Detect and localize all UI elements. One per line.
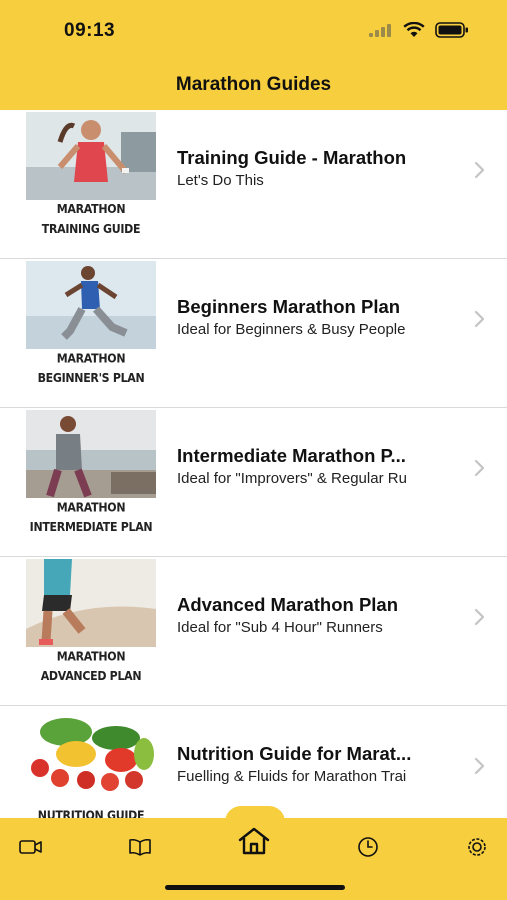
- caption-line: MARATHON: [56, 350, 126, 366]
- list-item[interactable]: MARATHON BEGINNER'S PLAN Beginners Marat…: [0, 259, 507, 408]
- item-title: Intermediate Marathon P...: [177, 445, 406, 466]
- item-title: Training Guide - Marathon: [177, 147, 407, 168]
- chevron-right-icon: [474, 161, 485, 179]
- thumbnail-caption: NUTRITION GUIDE: [26, 806, 156, 818]
- list-item[interactable]: MARATHON INTERMEDIATE PLAN Intermediate …: [0, 408, 507, 557]
- caption-line: TRAINING GUIDE: [41, 221, 141, 237]
- page-title: Marathon Guides: [175, 74, 332, 95]
- item-title: Beginners Marathon Plan: [177, 296, 401, 317]
- caption-line: MARATHON: [56, 648, 126, 664]
- battery-icon: [435, 22, 468, 38]
- caption-line: BEGINNER'S PLAN: [37, 370, 145, 386]
- item-subtitle: Let's Do This: [177, 172, 264, 189]
- home-icon: [238, 827, 270, 855]
- chevron-right-icon: [474, 608, 485, 626]
- caption-line: MARATHON: [56, 499, 126, 515]
- tab-home[interactable]: [234, 824, 274, 858]
- chevron-right-icon: [474, 310, 485, 328]
- thumbnail-caption: MARATHON TRAINING GUIDE: [26, 199, 156, 238]
- item-subtitle: Ideal for Beginners & Busy People: [177, 321, 406, 338]
- thumbnail: MARATHON INTERMEDIATE PLAN: [26, 410, 156, 538]
- item-subtitle: Ideal for "Sub 4 Hour" Runners: [177, 619, 383, 636]
- item-subtitle: Fuelling & Fluids for Marathon Trai: [177, 768, 407, 785]
- thumbnail: MARATHON BEGINNER'S PLAN: [26, 261, 156, 389]
- item-subtitle: Ideal for "Improvers" & Regular Ru: [177, 470, 407, 487]
- settings-icon: [468, 838, 486, 856]
- guide-list: MARATHON TRAINING GUIDE Training Guide -…: [0, 110, 507, 818]
- thumbnail-caption: MARATHON ADVANCED PLAN: [26, 646, 156, 685]
- caption-line: INTERMEDIATE PLAN: [29, 519, 153, 535]
- status-icons: [369, 22, 469, 38]
- runner-photo: [26, 559, 156, 647]
- list-item[interactable]: MARATHON TRAINING GUIDE Training Guide -…: [0, 110, 507, 259]
- item-title: Advanced Marathon Plan: [177, 594, 399, 615]
- runner-photo: [26, 261, 156, 349]
- runner-photo: [26, 410, 156, 498]
- thumbnail-caption: MARATHON BEGINNER'S PLAN: [26, 348, 156, 387]
- home-indicator: [165, 885, 345, 890]
- caption-line: MARATHON: [56, 201, 126, 217]
- book-icon: [129, 838, 151, 856]
- chevron-right-icon: [474, 757, 485, 775]
- runner-photo: [26, 112, 156, 200]
- tab-video[interactable]: [11, 830, 51, 864]
- list-item[interactable]: MARATHON ADVANCED PLAN Advanced Marathon…: [0, 557, 507, 706]
- video-icon: [19, 840, 42, 854]
- clock-icon: [358, 837, 378, 857]
- thumbnail: NUTRITION GUIDE: [26, 708, 156, 818]
- caption-line: NUTRITION GUIDE: [37, 808, 145, 818]
- list-item[interactable]: NUTRITION GUIDE Nutrition Guide for Mara…: [0, 706, 507, 818]
- header: 09:13 Marathon Guides: [0, 0, 507, 110]
- tab-history[interactable]: [348, 830, 388, 864]
- thumbnail-caption: MARATHON INTERMEDIATE PLAN: [26, 497, 156, 536]
- wifi-icon: [403, 22, 425, 37]
- caption-line: ADVANCED PLAN: [40, 668, 142, 684]
- item-title: Nutrition Guide for Marat...: [177, 743, 412, 764]
- tab-guides[interactable]: [120, 830, 160, 864]
- vegetables-photo: [26, 708, 156, 804]
- thumbnail: MARATHON ADVANCED PLAN: [26, 559, 156, 687]
- chevron-right-icon: [474, 459, 485, 477]
- tab-settings[interactable]: [457, 830, 497, 864]
- status-time: 09:13: [64, 20, 116, 41]
- thumbnail: MARATHON TRAINING GUIDE: [26, 112, 156, 240]
- signal-icon: [369, 24, 391, 37]
